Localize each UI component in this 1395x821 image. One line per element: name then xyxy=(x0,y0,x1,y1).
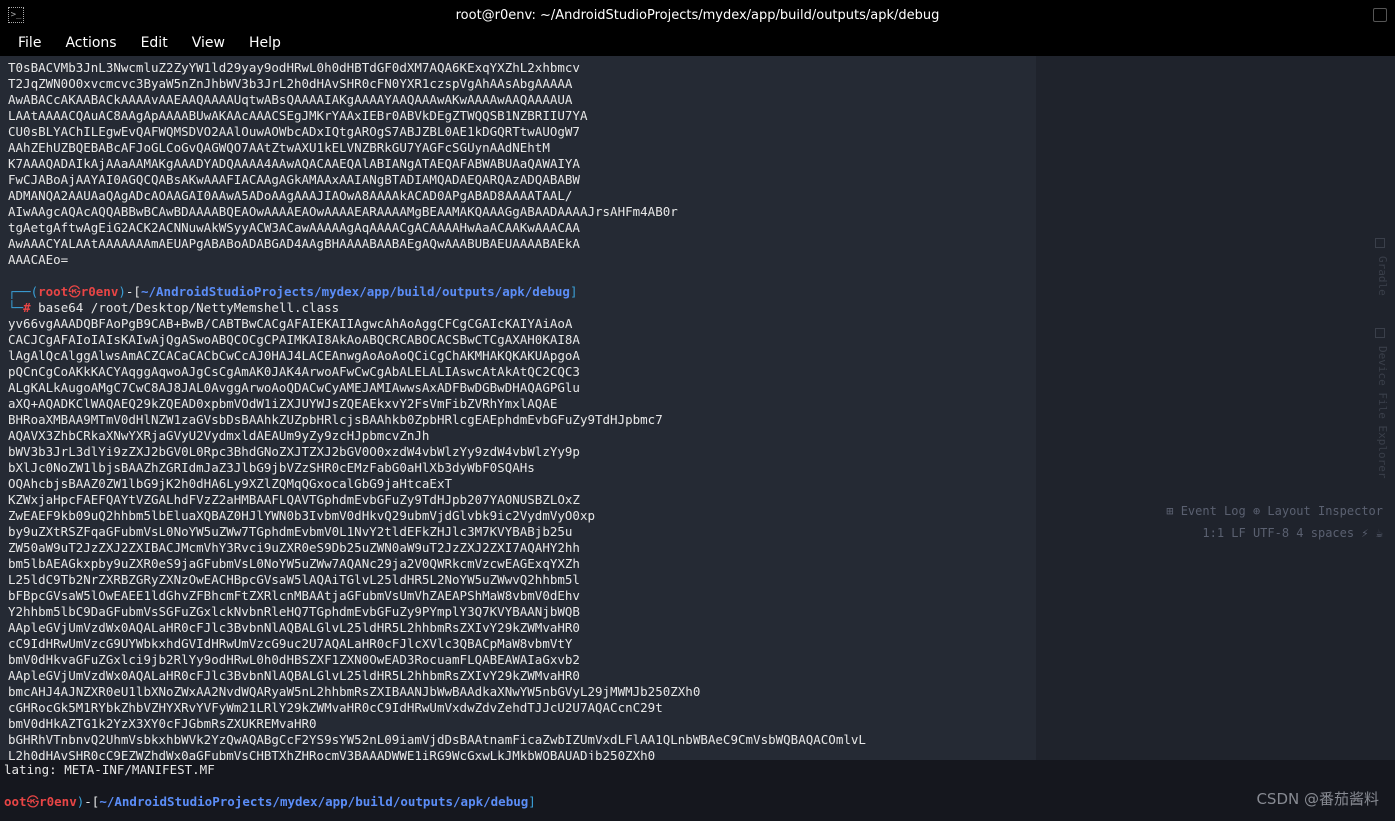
side-tool-icon-2[interactable] xyxy=(1375,328,1385,338)
bottom-prompt-host: r0env xyxy=(39,794,77,809)
prompt-user: root xyxy=(38,284,68,299)
side-tool-label-2[interactable]: Device File Explorer xyxy=(1376,346,1389,478)
command-line: base64 /root/Desktop/NettyMemshell.class xyxy=(31,300,340,315)
prompt-path: ~/AndroidStudioProjects/mydex/app/build/… xyxy=(141,284,570,299)
side-tool-label-1[interactable]: Gradle xyxy=(1376,256,1389,296)
status-eventlog[interactable]: ⊞ Event Log ⊕ Layout Inspector xyxy=(1166,500,1383,522)
bottom-prompt-end: ] xyxy=(528,794,536,809)
prompt-close: ) xyxy=(118,284,126,299)
status-bar-right: ⊞ Event Log ⊕ Layout Inspector 1:1 LF UT… xyxy=(1166,500,1383,544)
watermark: CSDN @番茄酱料 xyxy=(1256,788,1379,809)
bottom-prompt-dash: -[ xyxy=(84,794,99,809)
bottom-prompt-path: ~/AndroidStudioProjects/mydex/app/build/… xyxy=(99,794,528,809)
menu-edit[interactable]: Edit xyxy=(131,33,178,53)
prompt-end: ] xyxy=(570,284,578,299)
bottom-output-line: lating: META-INF/MANIFEST.MF xyxy=(4,762,215,777)
side-tool-icon-1[interactable] xyxy=(1375,238,1385,248)
menubar: File Actions Edit View Help xyxy=(0,30,1395,56)
menu-view[interactable]: View xyxy=(182,33,235,53)
menu-actions[interactable]: Actions xyxy=(55,33,126,53)
terminal-pane-upper[interactable]: T0sBACVMb3JnL3NwcmluZ2ZyYW1ld29yay9odHRw… xyxy=(0,56,1036,760)
terminal-pane-bottom[interactable]: lating: META-INF/MANIFEST.MF oot㉿r0env)-… xyxy=(0,760,1395,821)
bottom-prompt-user: oot xyxy=(4,794,27,809)
window-title: root@r0env: ~/AndroidStudioProjects/myde… xyxy=(456,8,940,23)
prompt-at: ㉿ xyxy=(68,284,81,299)
prompt-open: ( xyxy=(31,284,39,299)
menu-file[interactable]: File xyxy=(8,33,51,53)
base64-output-block2: yv66vgAAADQBFAoPgB9CAB+BwB/CABTBwCACgAFA… xyxy=(8,316,866,760)
prompt-dash: -[ xyxy=(126,284,141,299)
prompt-tree: ┌── xyxy=(8,284,31,299)
menu-help[interactable]: Help xyxy=(239,33,291,53)
maximize-button[interactable] xyxy=(1373,8,1387,22)
prompt-host: r0env xyxy=(81,284,119,299)
titlebar: >_ root@r0env: ~/AndroidStudioProjects/m… xyxy=(0,0,1395,30)
base64-output-block1: T0sBACVMb3JnL3NwcmluZ2ZyYW1ld29yay9odHRw… xyxy=(8,60,678,267)
side-panel: Gradle Device File Explorer ⊞ Event Log … xyxy=(1036,56,1395,760)
prompt-line2-tree: └─ xyxy=(8,300,23,315)
prompt-hash: # xyxy=(23,300,31,315)
terminal-icon: >_ xyxy=(8,7,24,23)
bottom-prompt-at: ㉿ xyxy=(27,794,40,809)
status-encoding[interactable]: 1:1 LF UTF-8 4 spaces ⚡ ☕ xyxy=(1166,522,1383,544)
